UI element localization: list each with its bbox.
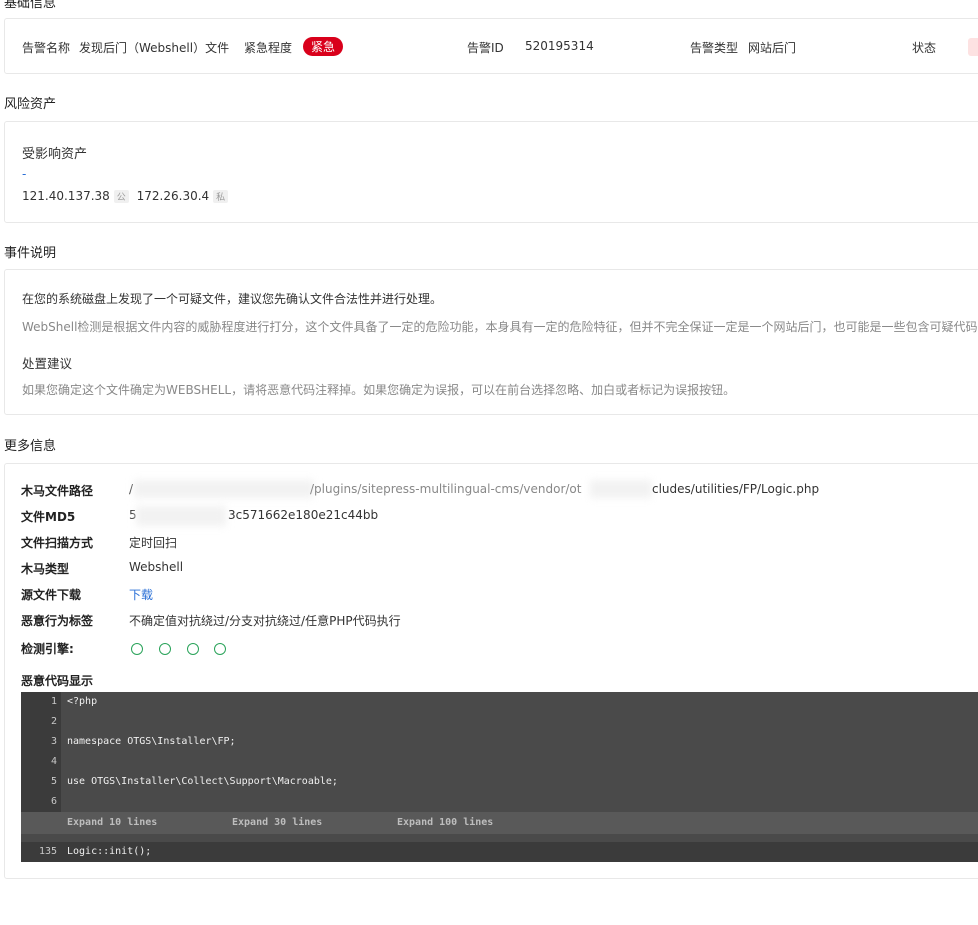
engine-1-icon[interactable] [131,643,143,655]
expand-30-button[interactable]: Expand 30 lines [232,817,322,828]
section-title-basic: 基础信息 [4,0,57,11]
alert-name-label: 告警名称 [22,41,71,55]
code-line: namespace OTGS\Installer\FP; [67,736,236,747]
line-number: 5 [50,776,57,787]
redacted-path-1 [134,480,314,498]
section-title-risk: 风险资产 [4,97,57,112]
event-summary: 在您的系统磁盘上发现了一个可疑文件，建议您先确认文件合法性并进行处理。 [22,292,443,306]
expand-10-button[interactable]: Expand 10 lines [67,817,157,828]
asset-dash: - [22,167,27,181]
code-line: <?php [67,696,98,707]
scan-label: 文件扫描方式 [21,536,94,550]
status-badge [968,38,978,56]
path-label: 木马文件路径 [21,484,94,498]
line-number: 6 [50,796,57,807]
expand-100-button[interactable]: Expand 100 lines [397,817,493,828]
urgency-badge: 紧急 [303,37,344,56]
download-label: 源文件下载 [21,588,82,602]
ip-private[interactable]: 172.26.30.4 [137,189,210,203]
engine-icons [131,643,238,658]
engine-label: 检测引擎: [21,642,74,656]
trojan-type-value: Webshell [129,560,184,574]
last-code-row: 135 Logic::init(); [21,842,978,862]
code-line: use OTGS\Installer\Collect\Support\Macro… [67,776,338,787]
public-tag: 公 [113,190,129,203]
alert-name-value: 发现后门（Webshell）文件 [79,41,230,55]
section-title-more: 更多信息 [4,439,57,454]
download-link[interactable]: 下载 [129,586,153,603]
engine-4-icon[interactable] [214,643,227,655]
redacted-path-2 [590,480,652,498]
line-number-gutter [21,692,61,812]
scan-value: 定时回扫 [129,536,178,550]
redacted-md5 [136,506,226,526]
behavior-value: 不确定值对抗绕过/分支对抗绕过/任意PHP代码执行 [129,614,401,628]
path-value-a: / [129,482,134,496]
line-number: 135 [38,846,57,857]
risk-asset-card: 受影响资产 - 121.40.137.38 公 172.26.30.4 私 [4,121,978,223]
urgency-label: 紧急程度 [244,41,293,55]
code-line: Logic::init(); [67,846,152,857]
md5-label: 文件MD5 [21,510,76,524]
advice-text: 如果您确定这个文件确定为WEBSHELL，请将恶意代码注释掉。如果您确定为误报，… [22,383,736,397]
event-detail: WebShell检测是根据文件内容的威胁程度进行打分，这个文件具备了一定的危险功… [22,320,978,334]
section-title-event: 事件说明 [4,246,57,261]
alert-type-value: 网站后门 [748,41,797,55]
path-value-c: cludes/utilities/FP/Logic.php [652,482,820,496]
line-number: 2 [50,716,57,727]
line-number: 4 [50,756,57,767]
alert-id-value: 520195314 [525,39,594,53]
path-value-b: /plugins/sitepress-multilingual-cms/vend… [310,482,582,496]
event-card: 在您的系统磁盘上发现了一个可疑文件，建议您先确认文件合法性并进行处理。 WebS… [4,269,978,415]
engine-3-icon[interactable] [186,643,199,655]
code-label: 恶意代码显示 [21,674,94,688]
line-number: 1 [50,696,57,707]
alert-type-label: 告警类型 [690,41,739,55]
ip-list: 121.40.137.38 公 172.26.30.4 私 [22,189,229,203]
basic-info-card: 告警名称 发现后门（Webshell）文件 紧急程度 紧急 告警ID 52019… [4,18,978,74]
alert-id-label: 告警ID [467,41,504,55]
status-label: 状态 [912,41,937,55]
advice-title: 处置建议 [22,356,73,371]
trojan-type-label: 木马类型 [21,562,70,576]
private-tag: 私 [213,190,229,203]
line-number: 3 [50,736,57,747]
behavior-label: 恶意行为标签 [21,614,94,628]
engine-2-icon[interactable] [158,643,171,655]
affected-assets-label: 受影响资产 [22,147,88,162]
expand-row: Expand 10 lines Expand 30 lines Expand 1… [21,812,978,834]
ip-public[interactable]: 121.40.137.38 [22,189,110,203]
malicious-code-viewer: 1 <?php 2 3 namespace OTGS\Installer\FP;… [21,692,978,862]
md5-value-b: 3c571662e180e21c44bb [228,508,379,522]
